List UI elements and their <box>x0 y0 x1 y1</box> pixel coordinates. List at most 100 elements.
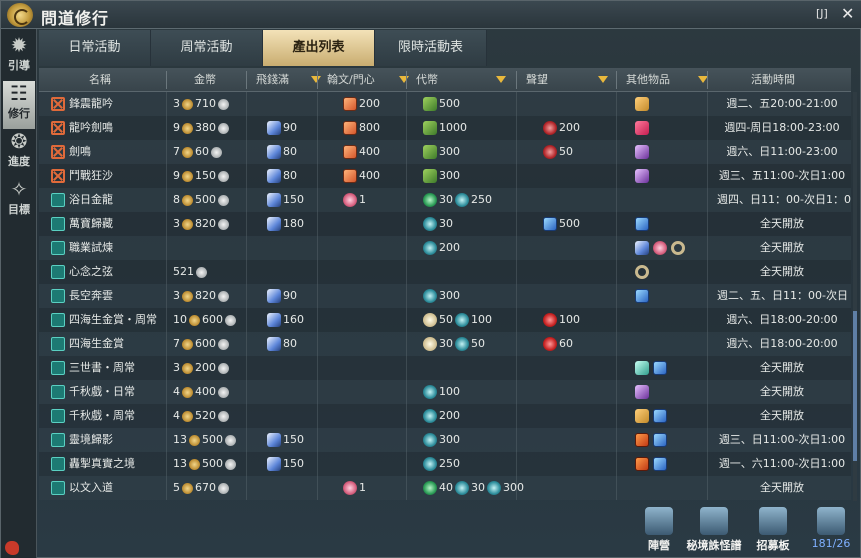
stamina-count: 181/26 <box>811 537 851 550</box>
tab-limited-time[interactable]: 限時活動表 <box>375 30 487 66</box>
gold-coin-icon <box>182 194 193 206</box>
gold-coin-icon <box>182 98 193 110</box>
pve-icon <box>51 481 65 495</box>
recruit-board-button[interactable]: 招募板 <box>745 501 801 557</box>
table-row[interactable]: 千秋戲・周常 4 520 200 全天開放 <box>39 404 851 428</box>
sidebar-item-guide[interactable]: ✹ 引導 <box>3 33 35 81</box>
token-reward: 300 <box>421 284 460 308</box>
col-hanwen-filter[interactable]: 翰文/門心 <box>327 68 409 92</box>
cell-value: 1 <box>359 193 366 206</box>
table-row[interactable]: 劍鳴 7 60 80 400 300 50 週六、日11:00-23:00 <box>39 140 851 164</box>
flyqian-reward: 80 <box>265 140 297 164</box>
silver-coin-icon <box>218 170 229 182</box>
silver-coin-icon <box>218 338 229 350</box>
tab-weekly[interactable]: 周常活動 <box>151 30 263 66</box>
table-row[interactable]: 靈境歸影 13 500 150 300 週三、日11:00-次日1:00 <box>39 428 851 452</box>
orb-icon <box>543 145 557 159</box>
cell-value: 心念之弦 <box>69 265 113 278</box>
pve-icon <box>51 433 65 447</box>
table-row[interactable]: 龍吟劍鳴 9 380 90 800 1000 200 週四-周日18:00-23:00 <box>39 116 851 140</box>
flyqian-reward: 150 <box>265 428 304 452</box>
col-reputation-filter[interactable]: 聲望 <box>526 68 618 92</box>
scrollbar-thumb[interactable] <box>853 311 857 461</box>
table-row[interactable]: 三世書・周常 3 200 全天開放 <box>39 356 851 380</box>
col-token-filter[interactable]: 代幣 <box>416 68 508 92</box>
pve-icon <box>51 289 65 303</box>
feather-icon <box>267 169 281 183</box>
token-reward: 30 <box>421 212 453 236</box>
token-reward: 200 <box>421 236 460 260</box>
col-other-filter[interactable]: 其他物品 <box>626 68 718 92</box>
activity-time: 週一、六11:00-次日1:00 <box>717 452 847 476</box>
activity-name: 鋒震龍吟 <box>51 92 113 116</box>
table-row[interactable]: 心念之弦 521 全天開放 <box>39 260 851 284</box>
cell-value: 鬥戰狂沙 <box>69 169 113 182</box>
bottle-icon <box>635 409 649 423</box>
col-flyqian-filter[interactable]: 飛錢滿 <box>256 68 326 92</box>
cell-value: 300 <box>503 481 524 494</box>
tab-output-list[interactable]: 產出列表 <box>263 30 375 66</box>
cell-value: 4 <box>173 385 180 398</box>
close-icon[interactable]: ✕ <box>841 4 854 23</box>
cell-value: 820 <box>195 217 216 230</box>
cell-value: 全天開放 <box>760 385 804 398</box>
pve-icon <box>51 385 65 399</box>
cell-value: 500 <box>195 193 216 206</box>
table-row[interactable]: 鋒震龍吟 3 710 200 500 週二、五20:00-21:00 <box>39 92 851 116</box>
cell-value: 職業試煉 <box>69 241 113 254</box>
table-row[interactable]: 浴日金龍 8 500 150 1 30 250 週四、日11：00-次日1：0 <box>39 188 851 212</box>
cell-value: 600 <box>195 337 216 350</box>
sidebar-item-progress[interactable]: ❂ 進度 <box>3 129 35 177</box>
activity-time: 全天開放 <box>717 212 847 236</box>
pve-icon <box>51 409 65 423</box>
table-row[interactable]: 千秋戲・日常 4 400 100 全天開放 <box>39 380 851 404</box>
bottle-icon <box>635 97 649 111</box>
cell-value: 浴日金龍 <box>69 193 113 206</box>
secret-realm-button[interactable]: 秘境誅怪譜 <box>681 501 747 557</box>
col-label: 其他物品 <box>626 73 670 86</box>
shrine-icon <box>700 507 728 535</box>
gold-reward: 13 500 <box>173 428 238 452</box>
flyqian-reward: 80 <box>265 332 297 356</box>
col-time: 活動時間 <box>751 73 795 86</box>
hanwen-reward: 1 <box>341 476 366 500</box>
gold-reward: 7 600 <box>173 332 231 356</box>
gold-coin-icon <box>182 386 193 398</box>
cell-value: 500 <box>202 433 223 446</box>
cell-value: 週六、日18:00-20:00 <box>726 313 838 326</box>
sidebar-item-goals[interactable]: ✧ 目標 <box>3 177 35 225</box>
pve-icon <box>51 361 65 375</box>
cell-value: 10 <box>173 313 187 326</box>
red-icon <box>543 337 557 351</box>
cell-value: 週一、六11:00-次日1:00 <box>718 457 846 470</box>
table-header: 名稱 金幣 飛錢滿 翰文/門心 代幣 聲望 其他物品 活動時間 <box>39 68 851 92</box>
cell-value: 7 <box>173 337 180 350</box>
cell-value: 週三、五11:00-次日1:00 <box>718 169 846 182</box>
table-row[interactable]: 以文入道 5 670 1 40 30 300 全天開放 <box>39 476 851 500</box>
scroll-icon <box>343 97 357 111</box>
dropdown-arrow-icon <box>399 76 409 83</box>
faction-button[interactable]: 陣營 <box>631 501 687 557</box>
table-row[interactable]: 四海生金賞 7 600 80 30 50 60 週六、日18:00-20:00 <box>39 332 851 356</box>
pink-orb-icon <box>343 193 357 207</box>
table-row[interactable]: 四海生金賞・周常 10 600 160 50 100 100 週六、日18:00-20:00 <box>39 308 851 332</box>
tab-daily[interactable]: 日常活動 <box>39 30 151 66</box>
cell-value: 長空奔雲 <box>69 289 113 302</box>
bluecoin-icon <box>455 481 469 495</box>
table-row[interactable]: 職業試煉 200 全天開放 <box>39 236 851 260</box>
crossed-swords-icon <box>645 507 673 535</box>
cell-value: 週六、日18:00-20:00 <box>726 337 838 350</box>
activity-time: 週四-周日18:00-23:00 <box>717 116 847 140</box>
table-row[interactable]: 轟掣真實之境 13 500 150 250 週一、六11:00-次日1:00 <box>39 452 851 476</box>
flyqian-reward: 150 <box>265 188 304 212</box>
box-icon <box>635 289 649 303</box>
table-row[interactable]: 長空奔雲 3 820 90 300 週二、五、日11：00-次日 <box>39 284 851 308</box>
table-row[interactable]: 萬寶歸藏 3 820 180 30 500 全天開放 <box>39 212 851 236</box>
table-row[interactable]: 鬥戰狂沙 9 150 80 400 300 週三、五11:00-次日1:00 <box>39 164 851 188</box>
drop-icon <box>423 193 437 207</box>
sidebar-item-practice[interactable]: ☷ 修行 <box>3 81 35 129</box>
stamina-button[interactable]: 181/26 <box>803 501 859 557</box>
cell-value: 3 <box>173 217 180 230</box>
activity-name: 四海生金賞 <box>51 332 124 356</box>
cell-value: 150 <box>283 433 304 446</box>
